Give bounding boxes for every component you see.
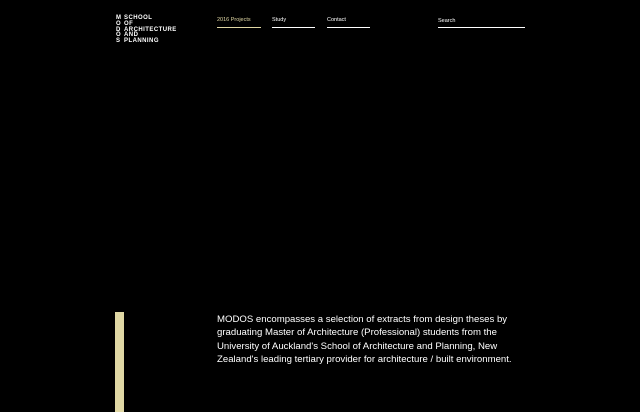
nav-item-contact[interactable]: Contact <box>327 17 370 28</box>
search-box <box>438 17 525 28</box>
nav-underline <box>327 27 370 28</box>
logo-row: S PLANNING <box>116 38 177 45</box>
accent-bar <box>115 312 124 412</box>
site-logo[interactable]: M SCHOOL O OF D ARCHITECTURE O AND S PLA… <box>116 15 177 45</box>
search-underline <box>438 27 525 28</box>
nav-item-study[interactable]: Study <box>272 17 315 28</box>
nav-label[interactable]: Study <box>272 17 286 23</box>
nav-label[interactable]: 2016 Projects <box>217 17 251 23</box>
logo-letter: S <box>116 38 121 45</box>
nav-item-2016-projects[interactable]: 2016 Projects <box>217 17 261 28</box>
intro-text: MODOS encompasses a selection of extract… <box>217 314 512 365</box>
search-input[interactable] <box>438 17 525 25</box>
nav-underline <box>217 27 261 28</box>
nav-underline <box>272 27 315 28</box>
nav-label[interactable]: Contact <box>327 17 346 23</box>
logo-word: PLANNING <box>124 38 159 45</box>
